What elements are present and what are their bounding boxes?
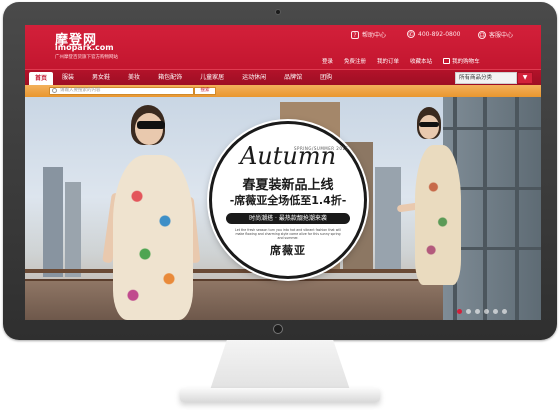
monitor-base	[180, 388, 380, 402]
background-building	[43, 167, 63, 277]
nav-item-groupbuy[interactable]: 团购	[311, 70, 341, 86]
help-icon: ?	[351, 30, 359, 39]
account-links: 登录 免费注册 我的订单 收藏本站 我的购物车	[322, 57, 480, 65]
promo-badge[interactable]: Autumn SPRING/SUMMER 2015 春夏装新品上线 -席薇亚全场…	[209, 121, 367, 279]
promo-sale-text: -席薇亚全场低至1.4折-	[229, 194, 347, 207]
cart-icon	[443, 58, 451, 64]
browser-screen: 摩登网 imopark.com 广州摩登百货旗下官方购物网站 ? 帮助中心 ✆ …	[25, 25, 541, 320]
model-photo-left	[87, 105, 217, 320]
carousel-dot[interactable]	[493, 309, 498, 314]
nav-item-bags[interactable]: 箱包配饰	[149, 70, 191, 86]
cart-label: 我的购物车	[452, 59, 480, 65]
carousel-dot[interactable]	[466, 309, 471, 314]
phone-number: ✆ 400-892-0800	[407, 30, 461, 38]
nav-item-sports[interactable]: 运动休闲	[233, 70, 275, 86]
background-building	[65, 182, 81, 277]
carousel-dot[interactable]	[502, 309, 507, 314]
hero-banner[interactable]: Autumn SPRING/SUMMER 2015 春夏装新品上线 -席薇亚全场…	[25, 97, 541, 320]
promo-headline: 春夏装新品上线	[242, 178, 334, 193]
headset-icon: ☊	[478, 30, 486, 39]
nav-item-brands[interactable]: 品牌馆	[275, 70, 311, 86]
promo-tagline: 时尚潮搭 · 最热款靓抢潮来袭	[226, 213, 350, 224]
search-icon	[52, 88, 57, 93]
model-photo-right	[385, 107, 465, 307]
nav-item-shoes[interactable]: 男女鞋	[83, 70, 119, 86]
nav-item-beauty[interactable]: 美妆	[119, 70, 149, 86]
search-input[interactable]: 请输入要搜索的内容	[49, 87, 194, 95]
bookmark-link[interactable]: 收藏本站	[410, 57, 432, 65]
carousel-dot[interactable]	[475, 309, 480, 314]
stage: 摩登网 imopark.com 广州摩登百货旗下官方购物网站 ? 帮助中心 ✆ …	[0, 0, 560, 410]
monitor-stand	[210, 340, 350, 390]
help-center-link[interactable]: ? 帮助中心	[351, 30, 386, 39]
register-link[interactable]: 免费注册	[344, 57, 366, 65]
my-orders-link[interactable]: 我的订单	[377, 57, 399, 65]
site-header: 摩登网 imopark.com 广州摩登百货旗下官方购物网站 ? 帮助中心 ✆ …	[25, 25, 541, 69]
login-link[interactable]: 登录	[322, 57, 333, 65]
service-center-link[interactable]: ☊ 客服中心	[478, 30, 513, 39]
service-center-label: 客服中心	[489, 32, 514, 39]
chevron-down-icon[interactable]: ▼	[517, 72, 533, 84]
help-center-label: 帮助中心	[362, 32, 387, 39]
carousel-dot[interactable]	[457, 309, 462, 314]
category-select[interactable]: 所有商品分类	[455, 72, 517, 84]
carousel-dot[interactable]	[484, 309, 489, 314]
search-button[interactable]: 搜索	[194, 87, 216, 95]
phone-label: 400-892-0800	[418, 30, 461, 38]
site-tagline: 广州摩登百货旗下官方购物网站	[55, 55, 118, 60]
camera-icon	[275, 9, 281, 15]
search-bar: 请输入要搜索的内容 搜索	[25, 85, 541, 97]
power-button	[273, 324, 283, 334]
monitor-frame: 摩登网 imopark.com 广州摩登百货旗下官方购物网站 ? 帮助中心 ✆ …	[3, 2, 557, 340]
phone-icon: ✆	[407, 30, 415, 38]
cart-link[interactable]: 我的购物车	[443, 57, 480, 65]
nav-item-kids-home[interactable]: 儿童家居	[191, 70, 233, 86]
nav-item-home[interactable]: 首页	[29, 72, 54, 86]
main-nav: 首页 服装 男女鞋 美妆 箱包配饰 儿童家居 运动休闲 品牌馆 团购 所有商品分…	[25, 69, 541, 86]
promo-brand-logo: 席薇亚	[270, 244, 306, 257]
nav-item-clothing[interactable]: 服装	[53, 70, 83, 86]
promo-season: SPRING/SUMMER 2015	[294, 146, 349, 151]
promo-fine-print: Let the fresh season turn you into hot a…	[235, 228, 341, 241]
site-logo-domain: imopark.com	[55, 43, 114, 52]
